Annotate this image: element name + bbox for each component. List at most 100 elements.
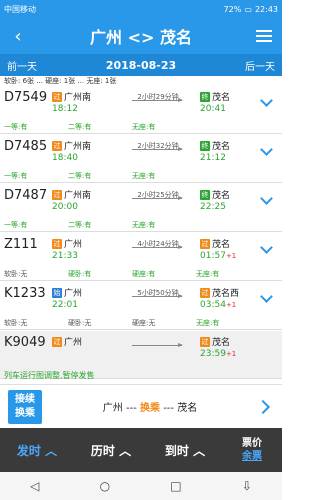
suspension-notice: 列车运行图调整,暂停发售 [4, 371, 95, 380]
next-day-marker: +1 [225, 252, 237, 260]
expand-chevron-icon[interactable] [260, 192, 273, 205]
train-row[interactable]: D7549 过广州南 18:12 2小时29分钟 终茂名 20:41 一等:有 … [0, 86, 282, 134]
departure-station: 过广州南 [52, 90, 91, 103]
train-number: D7549 [4, 90, 48, 105]
expand-chevron-icon[interactable] [260, 241, 273, 254]
chevron-right-icon[interactable] [255, 399, 271, 414]
departure-station: 始广州 [52, 286, 82, 299]
departure-station-name: 广州南 [64, 93, 92, 103]
departure-time: 20:00 [52, 202, 78, 212]
price-remaining-toggle[interactable]: 票价 余票 [222, 437, 282, 463]
status-bar: 中国移动 72% ▭ 22:43 [0, 0, 282, 18]
train-row[interactable]: D7485 过广州南 18:40 2小时32分钟 终茂名 21:12 一等:有 … [0, 135, 282, 183]
arrival-time-value: 23:59 [200, 349, 226, 359]
seat-soft-sleeper: 软卧:无 [4, 319, 28, 327]
arrival-station: 终茂名 [200, 188, 230, 201]
seat-summary: 软卧:无 硬卧:无 硬座:无 无座:有 [4, 318, 278, 328]
terminal-badge-icon: 终 [200, 140, 210, 151]
pass-badge-icon: 过 [52, 189, 62, 200]
arrival-time: 01:57+1 [200, 251, 236, 261]
terminal-badge-icon: 终 [200, 91, 210, 102]
back-chevron-icon[interactable]: ‹ [0, 26, 36, 47]
seat-soft-sleeper: 软卧:无 [4, 270, 28, 278]
price-label: 票价 [242, 438, 262, 449]
arrival-station: 过茂名 [200, 335, 230, 348]
transfer-from: 广州 [102, 403, 123, 414]
date-bar: 前一天 2018-08-23 后一天 [0, 54, 282, 76]
arrival-time-value: 01:57 [200, 251, 226, 261]
transfer-button-line2: 换乘 [15, 407, 35, 419]
battery-label: 72% [223, 4, 242, 14]
transfer-button-line1: 接续 [15, 393, 35, 405]
train-list: 软卧: 6张 ... 硬座: 1张 ... 无座: 1张 D7549 过广州南 … [0, 76, 282, 393]
seat-first-class: 一等:有 [4, 123, 28, 131]
arrival-time-value: 22:25 [200, 202, 226, 212]
pass-badge-icon: 过 [200, 287, 210, 298]
seat-standing: 无座:有 [132, 123, 156, 131]
expand-chevron-icon[interactable] [260, 94, 273, 107]
arrival-station: 终茂名 [200, 90, 230, 103]
seat-summary: 软卧:无 硬卧:有 硬座:有 无座:有 [4, 269, 278, 279]
remaining-label: 余票 [242, 451, 262, 462]
sort-arrival-label: 到时 [164, 443, 189, 458]
sort-duration-label: 历时 [90, 443, 115, 458]
clock-label: 22:43 [254, 4, 278, 14]
seat-second-class: 二等:有 [68, 172, 92, 180]
expand-chevron-icon[interactable] [260, 143, 273, 156]
sort-bar: 发时 ︿ 历时 ︿ 到时 ︿ 票价 余票 [0, 428, 282, 472]
sort-arrival-button[interactable]: 到时 ︿ [148, 442, 222, 459]
date-label[interactable]: 2018-08-23 [44, 59, 238, 72]
arrival-station-name: 茂名西 [212, 289, 240, 299]
seat-standing: 无座:有 [132, 172, 156, 180]
next-day-marker: +1 [225, 301, 237, 309]
notification-pull-icon[interactable]: ⇩ [242, 479, 252, 493]
seat-hard-sleeper: 硬卧:无 [68, 319, 92, 327]
back-triangle-icon[interactable]: ◁ [30, 479, 39, 493]
chevron-up-icon: ︿ [119, 443, 132, 458]
seat-hard-seat: 硬座:有 [132, 270, 156, 278]
arrival-time-value: 20:41 [200, 104, 226, 114]
pass-badge-icon: 过 [52, 238, 62, 249]
seat-hard-sleeper: 硬卧:有 [68, 270, 92, 278]
prev-day-button[interactable]: 前一天 [0, 58, 44, 73]
seat-summary: 一等:有 二等:有 无座:有 [4, 122, 278, 132]
train-row[interactable]: K1233 始广州 22:01 5小时50分钟 过茂名西 03:54+1 软卧:… [0, 282, 282, 330]
arrival-station-name: 茂名 [212, 240, 231, 250]
arrival-station-name: 茂名 [212, 191, 231, 201]
arrival-time: 03:54+1 [200, 300, 236, 310]
seat-hard-seat: 硬座:无 [132, 319, 156, 327]
partial-seat-row: 软卧: 6张 ... 硬座: 1张 ... 无座: 1张 [4, 77, 117, 85]
system-nav-bar: ◁ ○ □ ⇩ [0, 472, 282, 500]
route-arrow-icon [132, 147, 183, 151]
seat-summary: 一等:有 二等:有 无座:有 [4, 171, 278, 181]
train-row[interactable]: Z111 过广州 21:33 4小时24分钟 过茂名 01:57+1 软卧:无 … [0, 233, 282, 281]
expand-chevron-icon[interactable] [260, 290, 273, 303]
arrival-station-name: 茂名 [212, 142, 231, 152]
departure-station: 过广州南 [52, 139, 91, 152]
arrival-time: 22:25 [200, 202, 226, 212]
departure-station-name: 广州 [64, 289, 83, 299]
sort-duration-button[interactable]: 历时 ︿ [74, 442, 148, 459]
sort-departure-button[interactable]: 发时 ︿ [0, 442, 74, 459]
train-number: D7485 [4, 139, 48, 154]
transfer-panel[interactable]: 接续 换乘 广州 --- 换乘 --- 茂名 [0, 384, 282, 428]
train-number: K9049 [4, 335, 46, 350]
status-right: 72% ▭ 22:43 [224, 5, 278, 14]
departure-station: 过广州 [52, 237, 82, 250]
menu-icon[interactable] [246, 30, 282, 42]
next-day-button[interactable]: 后一天 [238, 58, 282, 73]
seat-standing: 无座:有 [196, 319, 220, 327]
seat-first-class: 一等:有 [4, 221, 28, 229]
transfer-button[interactable]: 接续 换乘 [8, 389, 42, 424]
terminal-badge-icon: 终 [200, 189, 210, 200]
recents-square-icon[interactable]: □ [170, 479, 181, 493]
transfer-to: 茂名 [177, 403, 198, 414]
route-arrow-icon [132, 98, 183, 102]
home-circle-icon[interactable]: ○ [100, 479, 110, 493]
train-row[interactable]: D7487 过广州南 20:00 2小时25分钟 终茂名 22:25 一等:有 … [0, 184, 282, 232]
seat-standing: 无座:有 [196, 270, 220, 278]
sort-departure-label: 发时 [16, 443, 41, 458]
carrier-label: 中国移动 [4, 4, 36, 14]
arrival-time-value: 21:12 [200, 153, 226, 163]
departure-time: 18:40 [52, 153, 78, 163]
